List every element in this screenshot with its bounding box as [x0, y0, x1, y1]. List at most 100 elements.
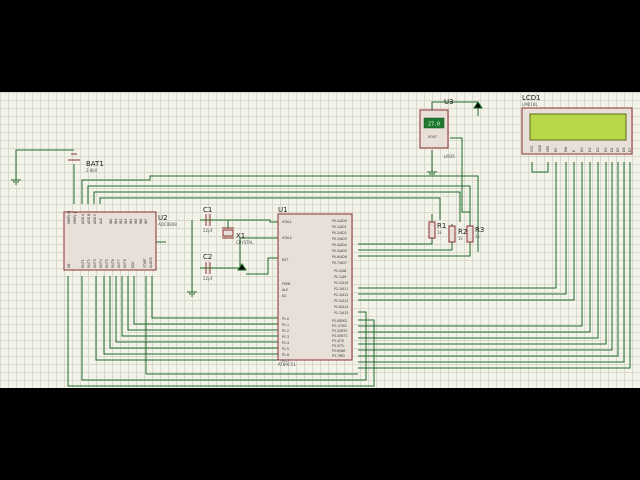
- u1-pin-p1-1: P1.1: [282, 323, 289, 327]
- wire-u2-out-5: [109, 276, 278, 349]
- lcd1-value: LM016L: [522, 102, 538, 107]
- wire-battery-ground: [15, 149, 74, 180]
- wire-r1: [358, 214, 433, 245]
- r3-ref: R3: [475, 226, 484, 234]
- x1-ref: X1: [236, 232, 245, 240]
- resistor-r3[interactable]: R3 1k: [466, 225, 484, 243]
- wire-lcd-d1: [358, 162, 591, 333]
- lcd-pin-1: VDD: [538, 144, 542, 152]
- u1-pin-p2-1: P2.1/A9: [334, 275, 346, 279]
- u3-value: LM35: [444, 154, 455, 159]
- u3-body: [419, 109, 449, 149]
- r2-body: [448, 225, 456, 243]
- u1-pin-p0-0: P0.0/AD0: [332, 219, 347, 223]
- x1-value: CRYSTAL: [236, 240, 254, 245]
- ground-symbol-u3: [427, 171, 437, 177]
- u1-pin-p3-4: P3.4/T0: [332, 339, 344, 343]
- battery-bat1[interactable]: BAT1 2.8kV: [68, 153, 104, 173]
- bat1-value: 2.8kV: [86, 168, 98, 173]
- u1-pin-p2-6: P2.6/A14: [334, 305, 348, 309]
- lcd-pin-9: D3: [604, 148, 608, 152]
- u1-pin-p3-6: P3.6/WR: [332, 349, 346, 353]
- lcd-pin-8: D2: [596, 148, 600, 152]
- u3-display-value: 27.0: [428, 122, 440, 128]
- capacitor-c2[interactable]: C2 22pF: [203, 253, 214, 281]
- sensor-u3[interactable]: 27.0 VOUT U3 LM35: [419, 98, 455, 159]
- u2-pin-bottom-5: OUT5: [105, 259, 109, 268]
- u2-pin-in-4: IN4: [129, 219, 133, 224]
- u1-pin-p1-7: P1.7: [282, 359, 289, 363]
- u1-pin-p0-2: P0.2/AD2: [332, 231, 347, 235]
- u2-pin-bottom-8: OUT8: [123, 259, 127, 268]
- u1-pin-p3-7: P3.7/RD: [332, 354, 345, 358]
- u2-pin-bottom-0: OE: [67, 263, 71, 268]
- u2-pin-bottom-4: OUT4: [99, 259, 103, 268]
- u2-pin-bottom-11: CLOCK: [149, 256, 153, 268]
- wire-lcd-rs: [358, 162, 557, 289]
- wire-xtal1: [200, 219, 278, 223]
- lcd-pin-13: D7: [628, 148, 632, 152]
- u2-pin-top-2: ADD A: [81, 213, 85, 224]
- u1-pin-p2-2: P2.2/A10: [334, 281, 348, 285]
- wire-rst: [246, 257, 278, 275]
- u1-ref: U1: [278, 206, 288, 214]
- lcd-pin-12: D6: [622, 148, 626, 152]
- resistor-r2[interactable]: R2 1k: [448, 225, 467, 243]
- lcd-pin-10: D4: [610, 148, 614, 152]
- u2-pin-top-5: ALE: [99, 218, 103, 224]
- c1-value: 22pF: [203, 228, 214, 233]
- u1-pin-p1-2: P1.2: [282, 329, 289, 333]
- resistor-r1[interactable]: R1 1k: [428, 221, 446, 239]
- r2-value: 1k: [458, 236, 464, 241]
- wire-u2-out-7: [121, 276, 278, 337]
- wire-u2-out-8: [127, 276, 278, 331]
- wire-u2-clock: [151, 276, 278, 319]
- u1-pin-p0-7: P0.7/AD7: [332, 261, 347, 265]
- u1-pin-p1-3: P1.3: [282, 335, 289, 339]
- u1-pin-xtal2: XTAL2: [282, 236, 292, 240]
- u1-pin-p1-0: P1.0: [282, 317, 289, 321]
- u1-pin-p0-1: P0.1/AD1: [332, 225, 347, 229]
- wire-lcd-power: [531, 162, 549, 173]
- lcd-pin-0: VSS: [530, 146, 534, 152]
- u1-pin-p2-4: P2.4/A12: [334, 293, 348, 297]
- u1-pin-p2-0: P2.0/A8: [334, 269, 346, 273]
- u2-pin-in-6: IN6: [139, 219, 143, 224]
- schematic-canvas[interactable]: BAT1 2.8kV U2 ADC0808 VREF(+) VREF(-) AD…: [0, 92, 640, 388]
- u1-pin-p3-5: P3.5/T1: [332, 344, 344, 348]
- lcd-lcd1[interactable]: LCD1 LM016L VSS VDD VEE RS RW E D0 D1 D2…: [521, 94, 633, 155]
- u1-pin-xtal1: XTAL1: [282, 220, 292, 224]
- mcu-u1[interactable]: U1 AT89C51 XTAL1 XTAL2 RST PSEN ALE EA P…: [277, 206, 353, 367]
- u2-value: ADC0808: [158, 222, 177, 227]
- u1-pin-p2-3: P2.3/A11: [334, 287, 348, 291]
- u1-pin-p1-5: P1.5: [282, 347, 289, 351]
- power-symbol-rst: [237, 263, 247, 271]
- adc-u2[interactable]: U2 ADC0808 VREF(+) VREF(-) ADD A ADD B A…: [63, 211, 177, 271]
- u1-pin-p0-5: P0.5/AD5: [332, 249, 347, 253]
- crystal-x1[interactable]: X1 CRYSTAL: [222, 227, 254, 245]
- c2-ref: C2: [203, 253, 212, 261]
- u2-pin-bottom-3: OUT3: [93, 259, 97, 268]
- u2-pin-in-0: IN0: [109, 219, 113, 224]
- schematic-sheet[interactable]: BAT1 2.8kV U2 ADC0808 VREF(+) VREF(-) AD…: [0, 92, 640, 388]
- u1-pin-p1-6: P1.6: [282, 353, 289, 357]
- r1-body: [428, 221, 436, 239]
- u2-pin-bottom-9: EOC: [131, 260, 135, 268]
- lcd-pin-4: RW: [564, 146, 568, 152]
- u1-pin-p3-2: P3.2/INT0: [332, 329, 347, 333]
- u2-pin-top-3: ADD B: [87, 214, 91, 224]
- u1-pin-p3-1: P3.1/TXD: [332, 324, 347, 328]
- u1-pin-p0-3: P0.3/AD3: [332, 237, 347, 241]
- u2-pin-bottom-10: START: [143, 258, 147, 268]
- u1-pin-rst: RST: [282, 258, 288, 262]
- u1-pin-p2-7: P2.7/A15: [334, 311, 348, 315]
- u1-pin-p0-4: P0.4/AD4: [332, 243, 347, 247]
- lcd1-screen: [529, 113, 627, 141]
- u3-ref: U3: [444, 98, 454, 106]
- lcd-pin-7: D1: [588, 148, 592, 152]
- x1-body: [222, 229, 234, 237]
- u2-pin-in-2: IN2: [119, 219, 123, 224]
- u2-pin-in-7: IN7: [144, 219, 148, 224]
- u1-pin-p3-3: P3.3/INT1: [332, 334, 347, 338]
- c1-ref: C1: [203, 206, 212, 214]
